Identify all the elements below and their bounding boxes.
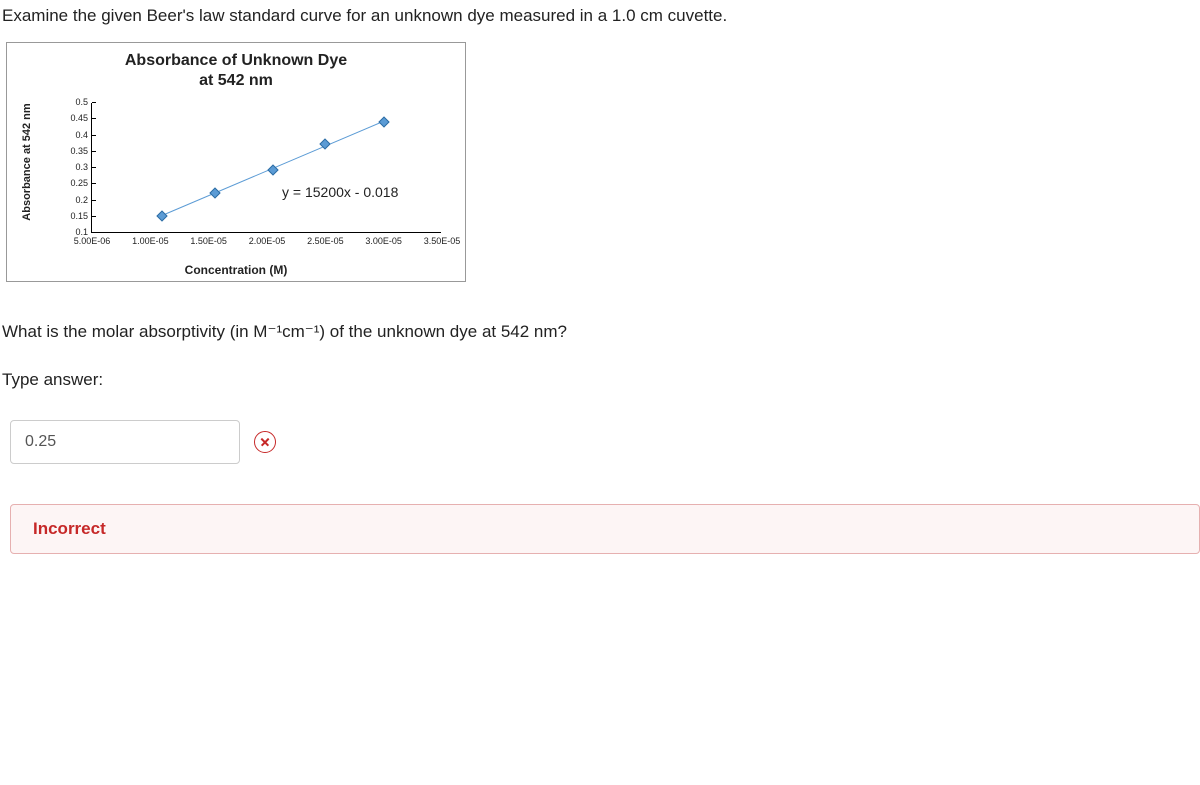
- answer-input[interactable]: [10, 420, 240, 464]
- data-point: [209, 187, 220, 198]
- chart-title: Absorbance of Unknown Dye at 542 nm: [7, 51, 465, 91]
- answer-row: [10, 420, 1198, 464]
- prompt-text: Examine the given Beer's law standard cu…: [2, 6, 1198, 26]
- type-answer-label: Type answer:: [2, 370, 1198, 390]
- y-tick: 0.2: [75, 195, 92, 205]
- y-tick: 0.45: [70, 113, 92, 123]
- y-tick: 0.5: [75, 97, 92, 107]
- x-tick: 2.00E-05: [249, 232, 286, 246]
- y-tick: 0.3: [75, 162, 92, 172]
- chart-container: Absorbance of Unknown Dye at 542 nm Abso…: [6, 42, 466, 282]
- x-tick: 1.50E-05: [190, 232, 227, 246]
- y-tick: 0.4: [75, 130, 92, 140]
- feedback-box: Incorrect: [10, 504, 1200, 554]
- y-tick: 0.15: [70, 211, 92, 221]
- x-tick: 1.00E-05: [132, 232, 169, 246]
- data-point: [156, 210, 167, 221]
- data-point: [378, 116, 389, 127]
- x-tick: 5.00E-06: [74, 232, 111, 246]
- y-tick: 0.25: [70, 178, 92, 188]
- incorrect-icon: [254, 431, 276, 453]
- x-tick: 2.50E-05: [307, 232, 344, 246]
- feedback-text: Incorrect: [33, 519, 106, 538]
- y-tick: 0.35: [70, 146, 92, 156]
- x-tick: 3.50E-05: [424, 232, 461, 246]
- trendline-equation: y = 15200x - 0.018: [282, 184, 398, 200]
- question-text: What is the molar absorptivity (in M⁻¹cm…: [2, 322, 1198, 342]
- chart-title-line1: Absorbance of Unknown Dye: [125, 52, 347, 69]
- x-tick: 3.00E-05: [365, 232, 402, 246]
- chart-title-line2: at 542 nm: [7, 71, 465, 91]
- chart-xlabel: Concentration (M): [7, 263, 465, 277]
- chart-ylabel: Absorbance at 542 nm: [21, 103, 33, 220]
- plot-area: 0.10.150.20.250.30.350.40.450.55.00E-061…: [91, 103, 441, 233]
